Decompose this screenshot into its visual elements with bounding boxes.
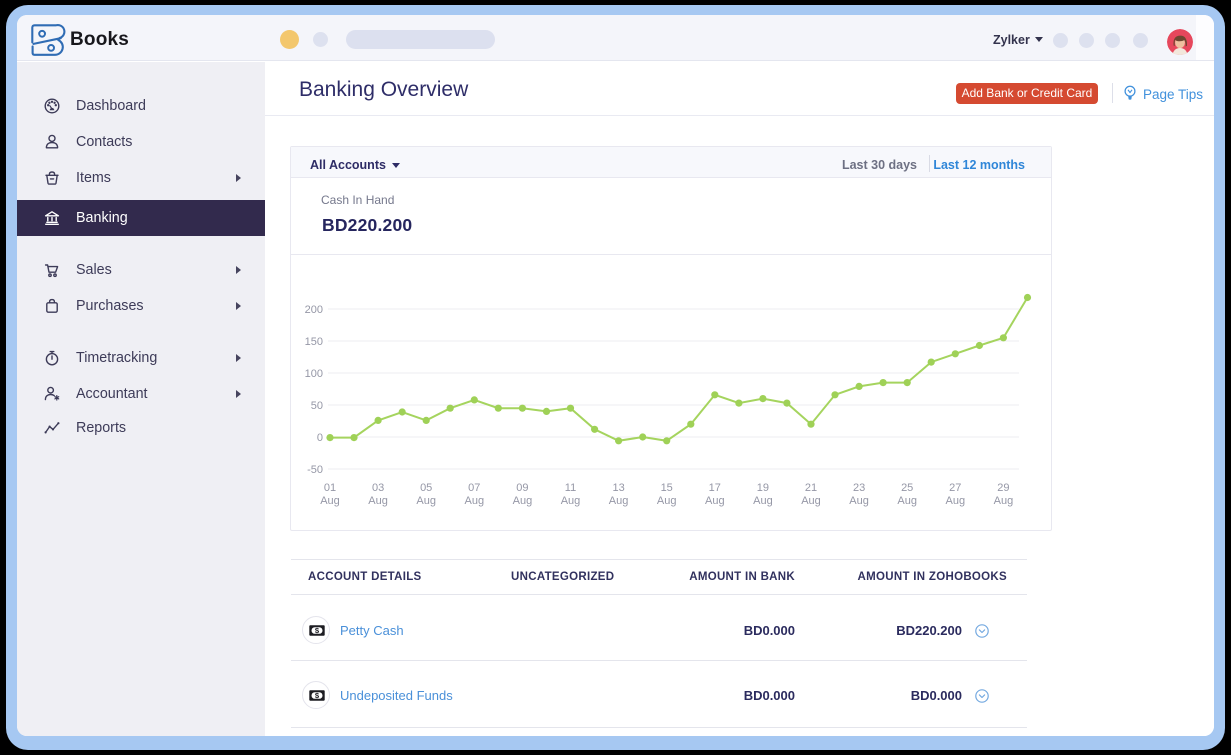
svg-text:Aug: Aug bbox=[705, 495, 725, 507]
svg-text:19: 19 bbox=[757, 482, 769, 494]
svg-text:Aug: Aug bbox=[465, 495, 485, 507]
svg-text:Aug: Aug bbox=[753, 495, 773, 507]
svg-text:100: 100 bbox=[305, 368, 323, 380]
svg-text:15: 15 bbox=[661, 482, 673, 494]
svg-text:11: 11 bbox=[565, 482, 576, 494]
svg-text:05: 05 bbox=[420, 482, 432, 494]
svg-text:0: 0 bbox=[317, 432, 323, 444]
svg-text:Aug: Aug bbox=[368, 495, 388, 507]
svg-text:Aug: Aug bbox=[801, 495, 821, 507]
svg-text:Aug: Aug bbox=[320, 495, 340, 507]
svg-text:50: 50 bbox=[311, 400, 323, 412]
svg-text:Aug: Aug bbox=[994, 495, 1014, 507]
svg-text:21: 21 bbox=[805, 482, 817, 494]
svg-text:200: 200 bbox=[305, 304, 323, 316]
svg-text:29: 29 bbox=[997, 482, 1009, 494]
svg-text:Aug: Aug bbox=[946, 495, 966, 507]
svg-text:Aug: Aug bbox=[513, 495, 533, 507]
svg-text:25: 25 bbox=[901, 482, 913, 494]
svg-text:17: 17 bbox=[709, 482, 721, 494]
svg-text:07: 07 bbox=[468, 482, 480, 494]
svg-text:Aug: Aug bbox=[416, 495, 436, 507]
svg-text:13: 13 bbox=[612, 482, 624, 494]
svg-text:01: 01 bbox=[324, 482, 336, 494]
svg-text:Aug: Aug bbox=[561, 495, 581, 507]
svg-text:Aug: Aug bbox=[849, 495, 869, 507]
svg-text:23: 23 bbox=[853, 482, 865, 494]
svg-text:-50: -50 bbox=[307, 464, 323, 476]
svg-text:Aug: Aug bbox=[897, 495, 917, 507]
svg-text:150: 150 bbox=[305, 336, 323, 348]
svg-text:27: 27 bbox=[949, 482, 961, 494]
svg-text:Aug: Aug bbox=[657, 495, 677, 507]
svg-text:03: 03 bbox=[372, 482, 384, 494]
svg-text:Aug: Aug bbox=[609, 495, 629, 507]
svg-text:09: 09 bbox=[516, 482, 528, 494]
